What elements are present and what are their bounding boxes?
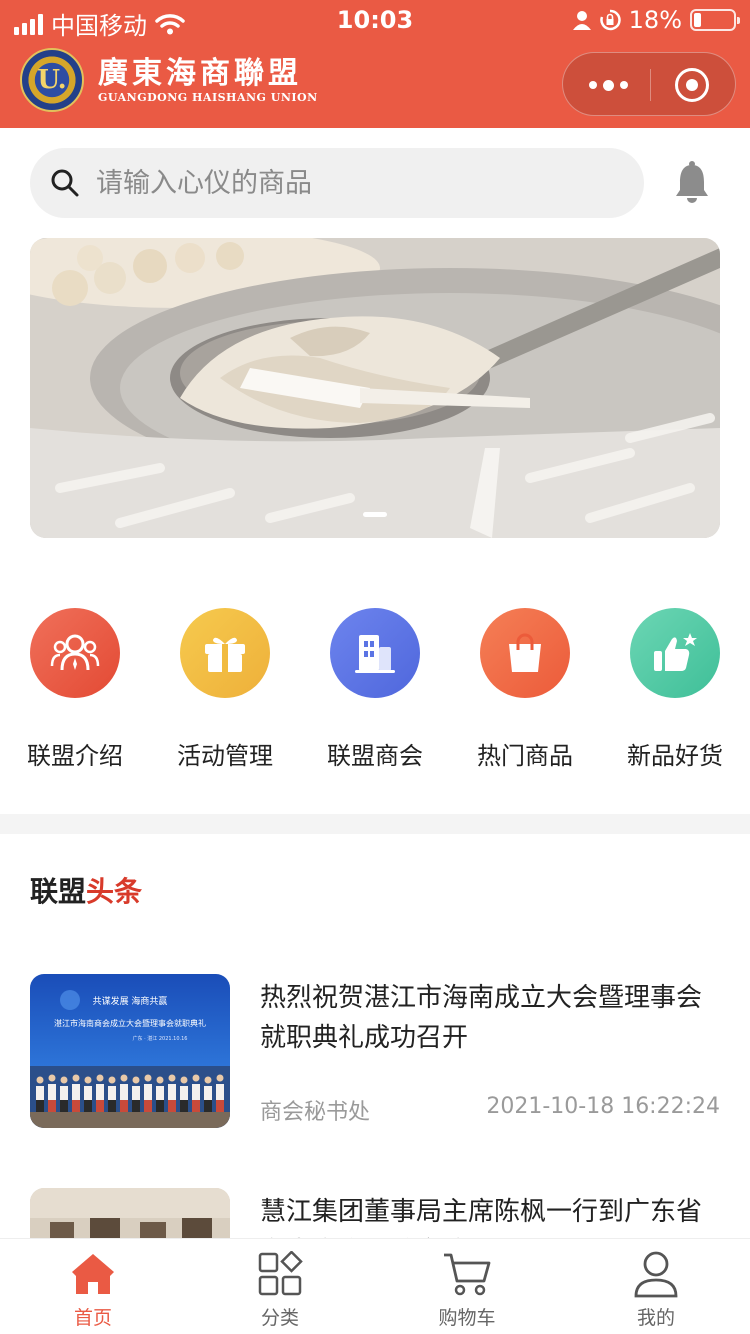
brand: U. 廣東海商聯盟 GUANGDONG HAISHANG UNION [20,48,318,112]
news-time: 2021-10-18 16:22:24 [486,1094,720,1119]
capsule-divider [650,69,651,101]
banner-image [30,238,720,538]
building-icon [355,635,395,673]
miniapp-capsule [562,52,736,116]
tab-label: 我的 [636,1307,675,1329]
category-union-intro[interactable]: 联盟介绍 [0,608,150,771]
members-icon [50,634,100,671]
category-union-chamber[interactable]: 联盟商会 [300,608,450,771]
section-title-part2: 头条 [86,875,143,908]
category-label: 活动管理 [177,742,273,770]
thumbs-up-star-icon [654,633,697,671]
banner-carousel[interactable] [30,238,720,538]
thumb-caption-3: 广东 · 湛江 2021.10.16 [133,1035,188,1042]
tab-home[interactable]: 首页 [33,1247,153,1330]
battery-percent: 18% [628,6,682,34]
category-circle [480,608,570,698]
thumb-caption-2: 湛江市海南商会成立大会暨理事会就职典礼 [54,1018,206,1028]
news-item[interactable]: 共谋发展 海商共赢 湛江市海南商会成立大会暨理事会就职典礼 广东 · 湛江 20… [30,974,720,1130]
tab-label: 分类 [260,1307,299,1329]
profile-icon [634,1251,678,1298]
category-label: 联盟商会 [327,742,423,770]
gift-icon [205,637,245,672]
category-circle [630,608,720,698]
search-bar[interactable] [30,148,644,218]
bell-icon[interactable] [674,160,710,204]
news-title: 热烈祝贺湛江市海南成立大会暨理事会就职典礼成功召开 [260,983,703,1053]
bottom-tab-bar: 首页 分类 购物车 我的 [0,1238,750,1334]
news-source: 商会秘书处 [260,1100,371,1125]
section-title-part1: 联盟 [30,875,87,908]
category-activity-management[interactable]: 活动管理 [150,608,300,771]
category-circle [180,608,270,698]
shopping-bag-icon [509,633,541,672]
person-icon [572,11,591,30]
app-header: 中国移动 10:03 18% U. 廣東海商聯盟 GUANGDONG HAISH… [0,0,750,128]
news-section-title: 联盟头条 [30,870,142,910]
section-divider [0,814,750,834]
rotation-lock-icon [599,9,621,31]
tab-cart[interactable]: 购物车 [407,1247,527,1330]
thumb-caption-1: 共谋发展 海商共赢 [93,995,168,1007]
category-shortcuts: 联盟介绍 活动管理 联盟商会 热门商品 新品好货 [0,608,750,778]
category-hot-products[interactable]: 热门商品 [450,608,600,771]
category-new-arrivals[interactable]: 新品好货 [600,608,750,771]
close-target-icon[interactable] [675,68,709,102]
brand-name-en: GUANGDONG HAISHANG UNION [98,90,318,104]
tab-profile[interactable]: 我的 [596,1247,716,1330]
category-label: 联盟介绍 [27,742,123,770]
union-logo: U. [20,48,84,112]
category-circle [330,608,420,698]
category-label: 新品好货 [627,742,723,770]
more-dots-icon[interactable] [589,74,629,96]
category-label: 热门商品 [477,742,573,770]
category-grid-icon [258,1251,303,1296]
tab-label: 首页 [73,1307,112,1329]
cart-icon [444,1253,491,1296]
tab-label: 购物车 [438,1307,496,1329]
status-bar: 中国移动 10:03 18% [0,0,750,40]
news-thumbnail: 共谋发展 海商共赢 湛江市海南商会成立大会暨理事会就职典礼 广东 · 湛江 20… [30,974,230,1128]
home-icon [72,1254,114,1294]
brand-name-cn: 廣東海商聯盟 [98,55,302,91]
category-circle [30,608,120,698]
carousel-indicator[interactable] [363,512,387,517]
search-icon [51,169,79,197]
search-input[interactable] [96,148,616,218]
battery-icon [690,9,740,31]
logo-letter: U. [37,65,67,95]
tab-category[interactable]: 分类 [220,1247,340,1330]
